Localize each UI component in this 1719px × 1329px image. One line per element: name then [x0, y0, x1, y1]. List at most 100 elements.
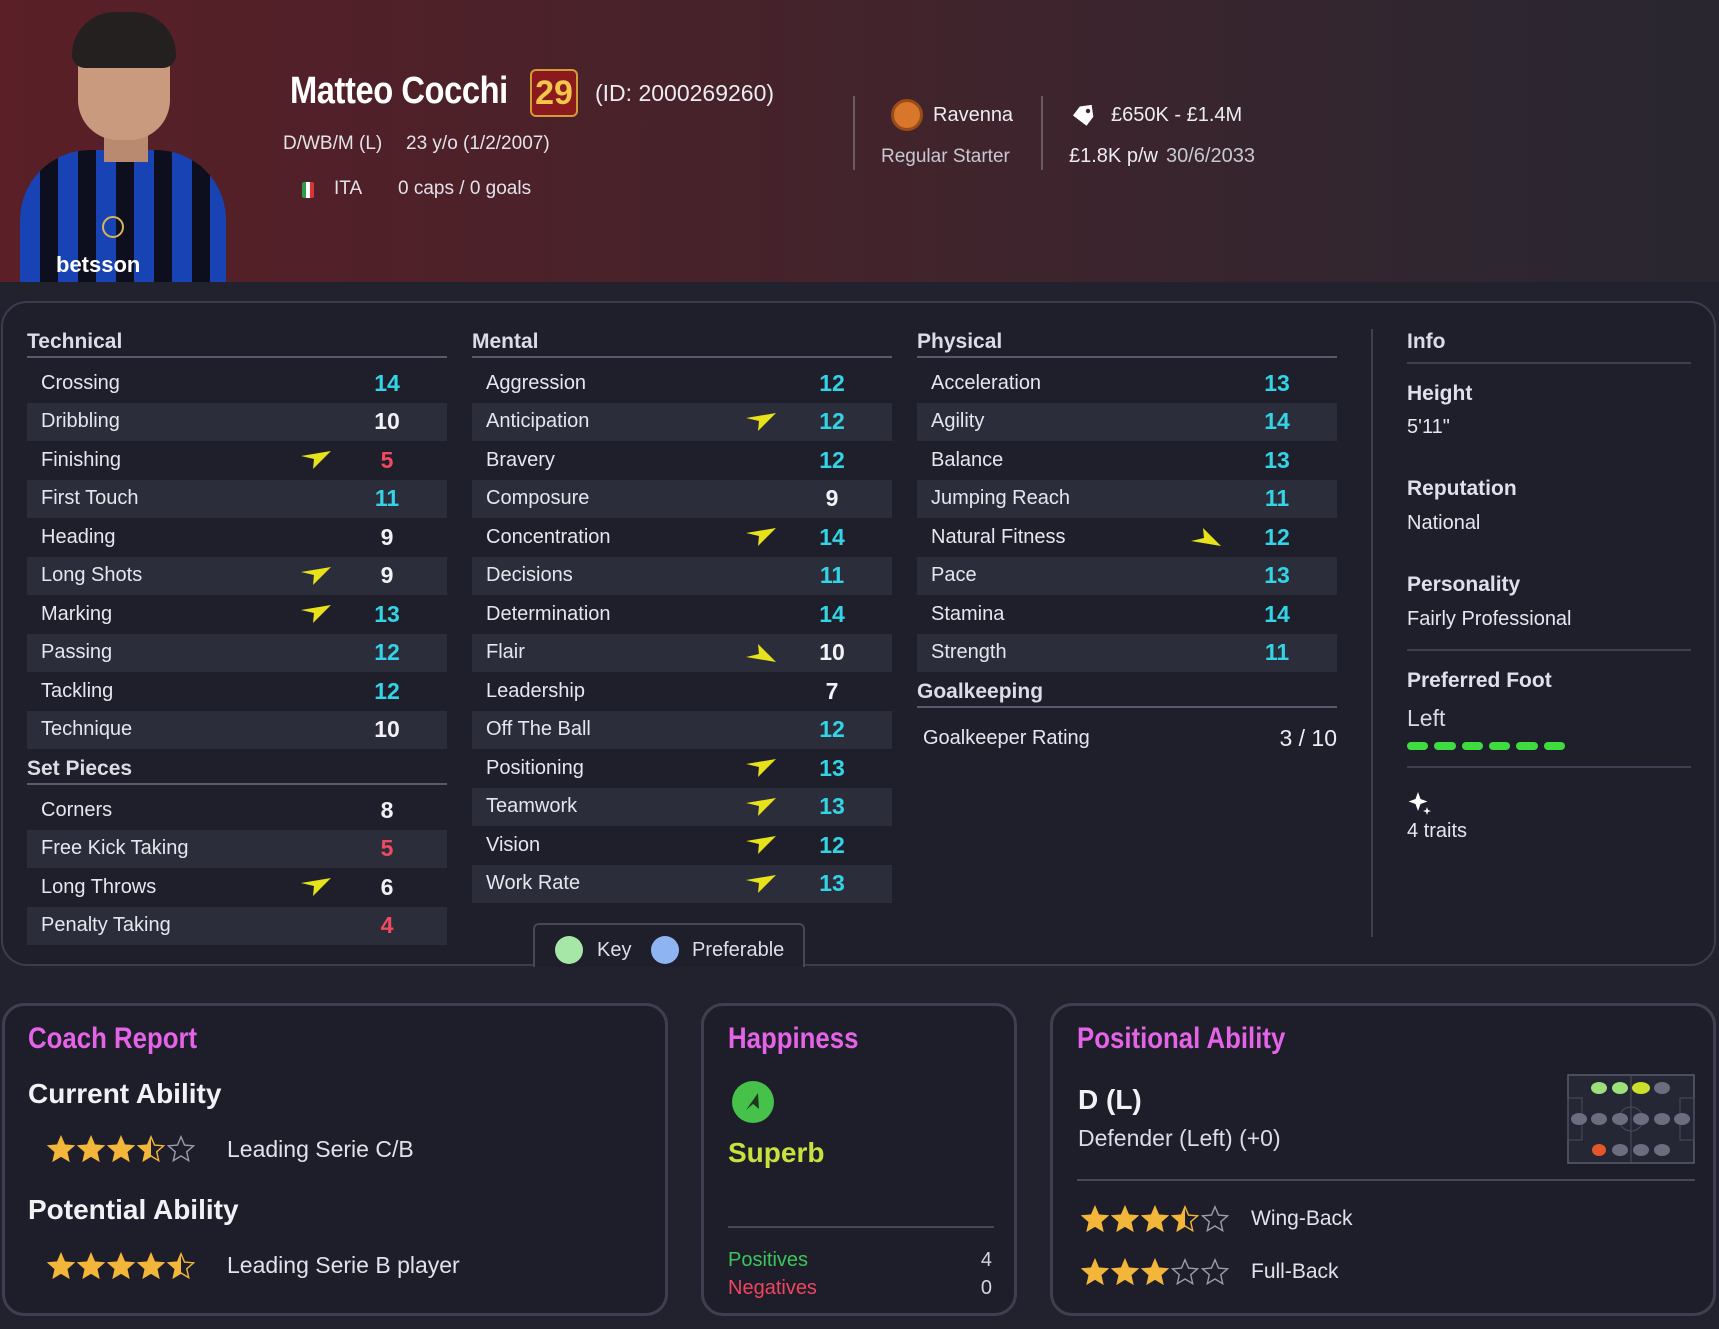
- role-stars: [1081, 1258, 1229, 1286]
- attribute-row[interactable]: Dribbling 10: [27, 402, 447, 441]
- goalkeeping-heading: Goalkeeping: [917, 674, 1337, 708]
- attribute-row[interactable]: Stamina 14: [917, 595, 1337, 634]
- reputation-label: Reputation: [1407, 477, 1517, 500]
- attribute-row[interactable]: Acceleration 13: [917, 364, 1337, 403]
- attribute-name: Balance: [931, 448, 1004, 471]
- attribute-value: 11: [1264, 639, 1290, 666]
- attribute-row[interactable]: Teamwork 13: [472, 787, 892, 826]
- header-divider: [853, 96, 855, 170]
- attribute-row[interactable]: Composure 9: [472, 479, 892, 518]
- attribute-row[interactable]: Vision 12: [472, 826, 892, 865]
- goalkeeper-rating-label: Goalkeeper Rating: [923, 726, 1090, 749]
- attribute-row[interactable]: Off The Ball 12: [472, 710, 892, 749]
- current-ability-label: Current Ability: [28, 1078, 222, 1109]
- attribute-row[interactable]: Technique 10: [27, 710, 447, 749]
- technical-column: Technical Crossing 14 Dribbling 10 Finishing…: [27, 324, 447, 945]
- attribute-value: 5: [380, 835, 394, 862]
- attribute-row[interactable]: Jumping Reach 11: [917, 479, 1337, 518]
- star-empty-icon: [1201, 1258, 1229, 1286]
- attribute-value: 5: [380, 446, 394, 473]
- info-column: Info Height 5'11" Reputation National Pe…: [1407, 322, 1691, 843]
- attribute-row[interactable]: Determination 14: [472, 595, 892, 634]
- attribute-row[interactable]: Free Kick Taking 5: [27, 829, 447, 868]
- star-half-icon: [1171, 1205, 1199, 1233]
- info-heading: Info: [1407, 330, 1446, 353]
- physical-column: Physical Acceleration 13 Agility 14 Balance 1…: [917, 324, 1337, 760]
- attribute-row[interactable]: Marking 13: [27, 595, 447, 634]
- attribute-row[interactable]: Heading 9: [27, 518, 447, 557]
- attribute-name: Corners: [41, 798, 113, 821]
- attribute-row[interactable]: Crossing 14: [27, 364, 447, 403]
- position-description: Defender (Left) (+0): [1078, 1125, 1281, 1151]
- attribute-row[interactable]: Balance 13: [917, 441, 1337, 480]
- happiness-status: Superb: [728, 1137, 825, 1168]
- happiness-card: Happiness Superb Positives 4 Negatives 0: [701, 1003, 1017, 1316]
- pitch-map-icon[interactable]: [1567, 1074, 1695, 1164]
- transfer-value: £650K - £1.4M: [1111, 104, 1243, 126]
- star-full-icon: [1141, 1205, 1169, 1233]
- goalkeeper-rating-value: 3 / 10: [1279, 724, 1337, 751]
- star-full-icon: [1081, 1205, 1109, 1233]
- goalkeeper-rating-row: Goalkeeper Rating 3 / 10: [917, 716, 1337, 760]
- attribute-row[interactable]: Strength 11: [917, 633, 1337, 672]
- attribute-legend: Key Preferable: [533, 923, 805, 967]
- current-ability-stars: [47, 1135, 195, 1163]
- attribute-value: 7: [825, 677, 839, 704]
- shirt-sponsor-text: betsson: [56, 252, 141, 277]
- attribute-value: 4: [380, 912, 394, 939]
- preferred-foot-label: Preferred Foot: [1407, 669, 1552, 692]
- attribute-row[interactable]: Long Shots 9: [27, 556, 447, 595]
- attribute-name: Heading: [41, 525, 116, 548]
- attribute-row[interactable]: Work Rate 13: [472, 864, 892, 903]
- club-crest-icon: [102, 216, 124, 238]
- attribute-row[interactable]: Long Throws 6: [27, 868, 447, 907]
- attribute-row[interactable]: Anticipation 12: [472, 402, 892, 441]
- star-half-icon: [167, 1252, 195, 1280]
- attribute-value: 9: [825, 485, 839, 512]
- attribute-row[interactable]: Concentration 14: [472, 518, 892, 557]
- player-header: betsson Matteo Cocchi 29 (ID: 2000269260…: [0, 0, 1719, 282]
- attribute-name: Work Rate: [486, 872, 581, 895]
- traits-sparkle-icon[interactable]: [1407, 790, 1433, 816]
- star-full-icon: [107, 1135, 135, 1163]
- attribute-name: Bravery: [486, 448, 555, 471]
- squad-status: Regular Starter: [881, 146, 1010, 167]
- legend-preferable-label: Preferable: [692, 939, 785, 961]
- trend-up-icon: [746, 412, 776, 431]
- trend-up-icon: [746, 836, 776, 855]
- attribute-row[interactable]: Penalty Taking 4: [27, 906, 447, 945]
- attribute-value: 6: [380, 873, 394, 900]
- attribute-row[interactable]: Positioning 13: [472, 749, 892, 788]
- international-caps: 0 caps / 0 goals: [398, 178, 532, 199]
- attribute-row[interactable]: Flair 10: [472, 633, 892, 672]
- preferable-dot-icon: [651, 936, 679, 964]
- attribute-value: 14: [1264, 408, 1290, 435]
- attribute-name: Decisions: [486, 564, 573, 587]
- club-name[interactable]: Ravenna: [933, 104, 1013, 127]
- attribute-row[interactable]: Pace 13: [917, 556, 1337, 595]
- attribute-row[interactable]: Agility 14: [917, 402, 1337, 441]
- attribute-row[interactable]: Corners 8: [27, 791, 447, 830]
- attribute-value: 13: [819, 793, 845, 820]
- attribute-row[interactable]: Leadership 7: [472, 672, 892, 711]
- attribute-name: Free Kick Taking: [41, 837, 189, 860]
- attribute-row[interactable]: Decisions 11: [472, 556, 892, 595]
- attribute-row[interactable]: Bravery 12: [472, 441, 892, 480]
- attribute-row[interactable]: Natural Fitness 12: [917, 518, 1337, 557]
- attribute-row[interactable]: Passing 12: [27, 633, 447, 672]
- star-half-icon: [137, 1135, 165, 1163]
- star-full-icon: [47, 1252, 75, 1280]
- attribute-name: Leadership: [486, 679, 585, 702]
- italy-flag-icon: [302, 182, 314, 198]
- attribute-value: 13: [1264, 369, 1290, 396]
- attribute-row[interactable]: Aggression 12: [472, 364, 892, 403]
- player-nation[interactable]: ITA: [334, 178, 362, 200]
- attribute-name: Pace: [931, 564, 977, 587]
- star-full-icon: [77, 1135, 105, 1163]
- mental-column: Mental Aggression 12 Anticipation 12 Bravery…: [472, 324, 892, 903]
- attribute-row[interactable]: Tackling 12: [27, 672, 447, 711]
- positional-ability-title: Positional Ability: [1077, 1022, 1286, 1055]
- attribute-row[interactable]: First Touch 11: [27, 479, 447, 518]
- traits-count[interactable]: 4 traits: [1407, 820, 1691, 843]
- attribute-row[interactable]: Finishing 5: [27, 441, 447, 480]
